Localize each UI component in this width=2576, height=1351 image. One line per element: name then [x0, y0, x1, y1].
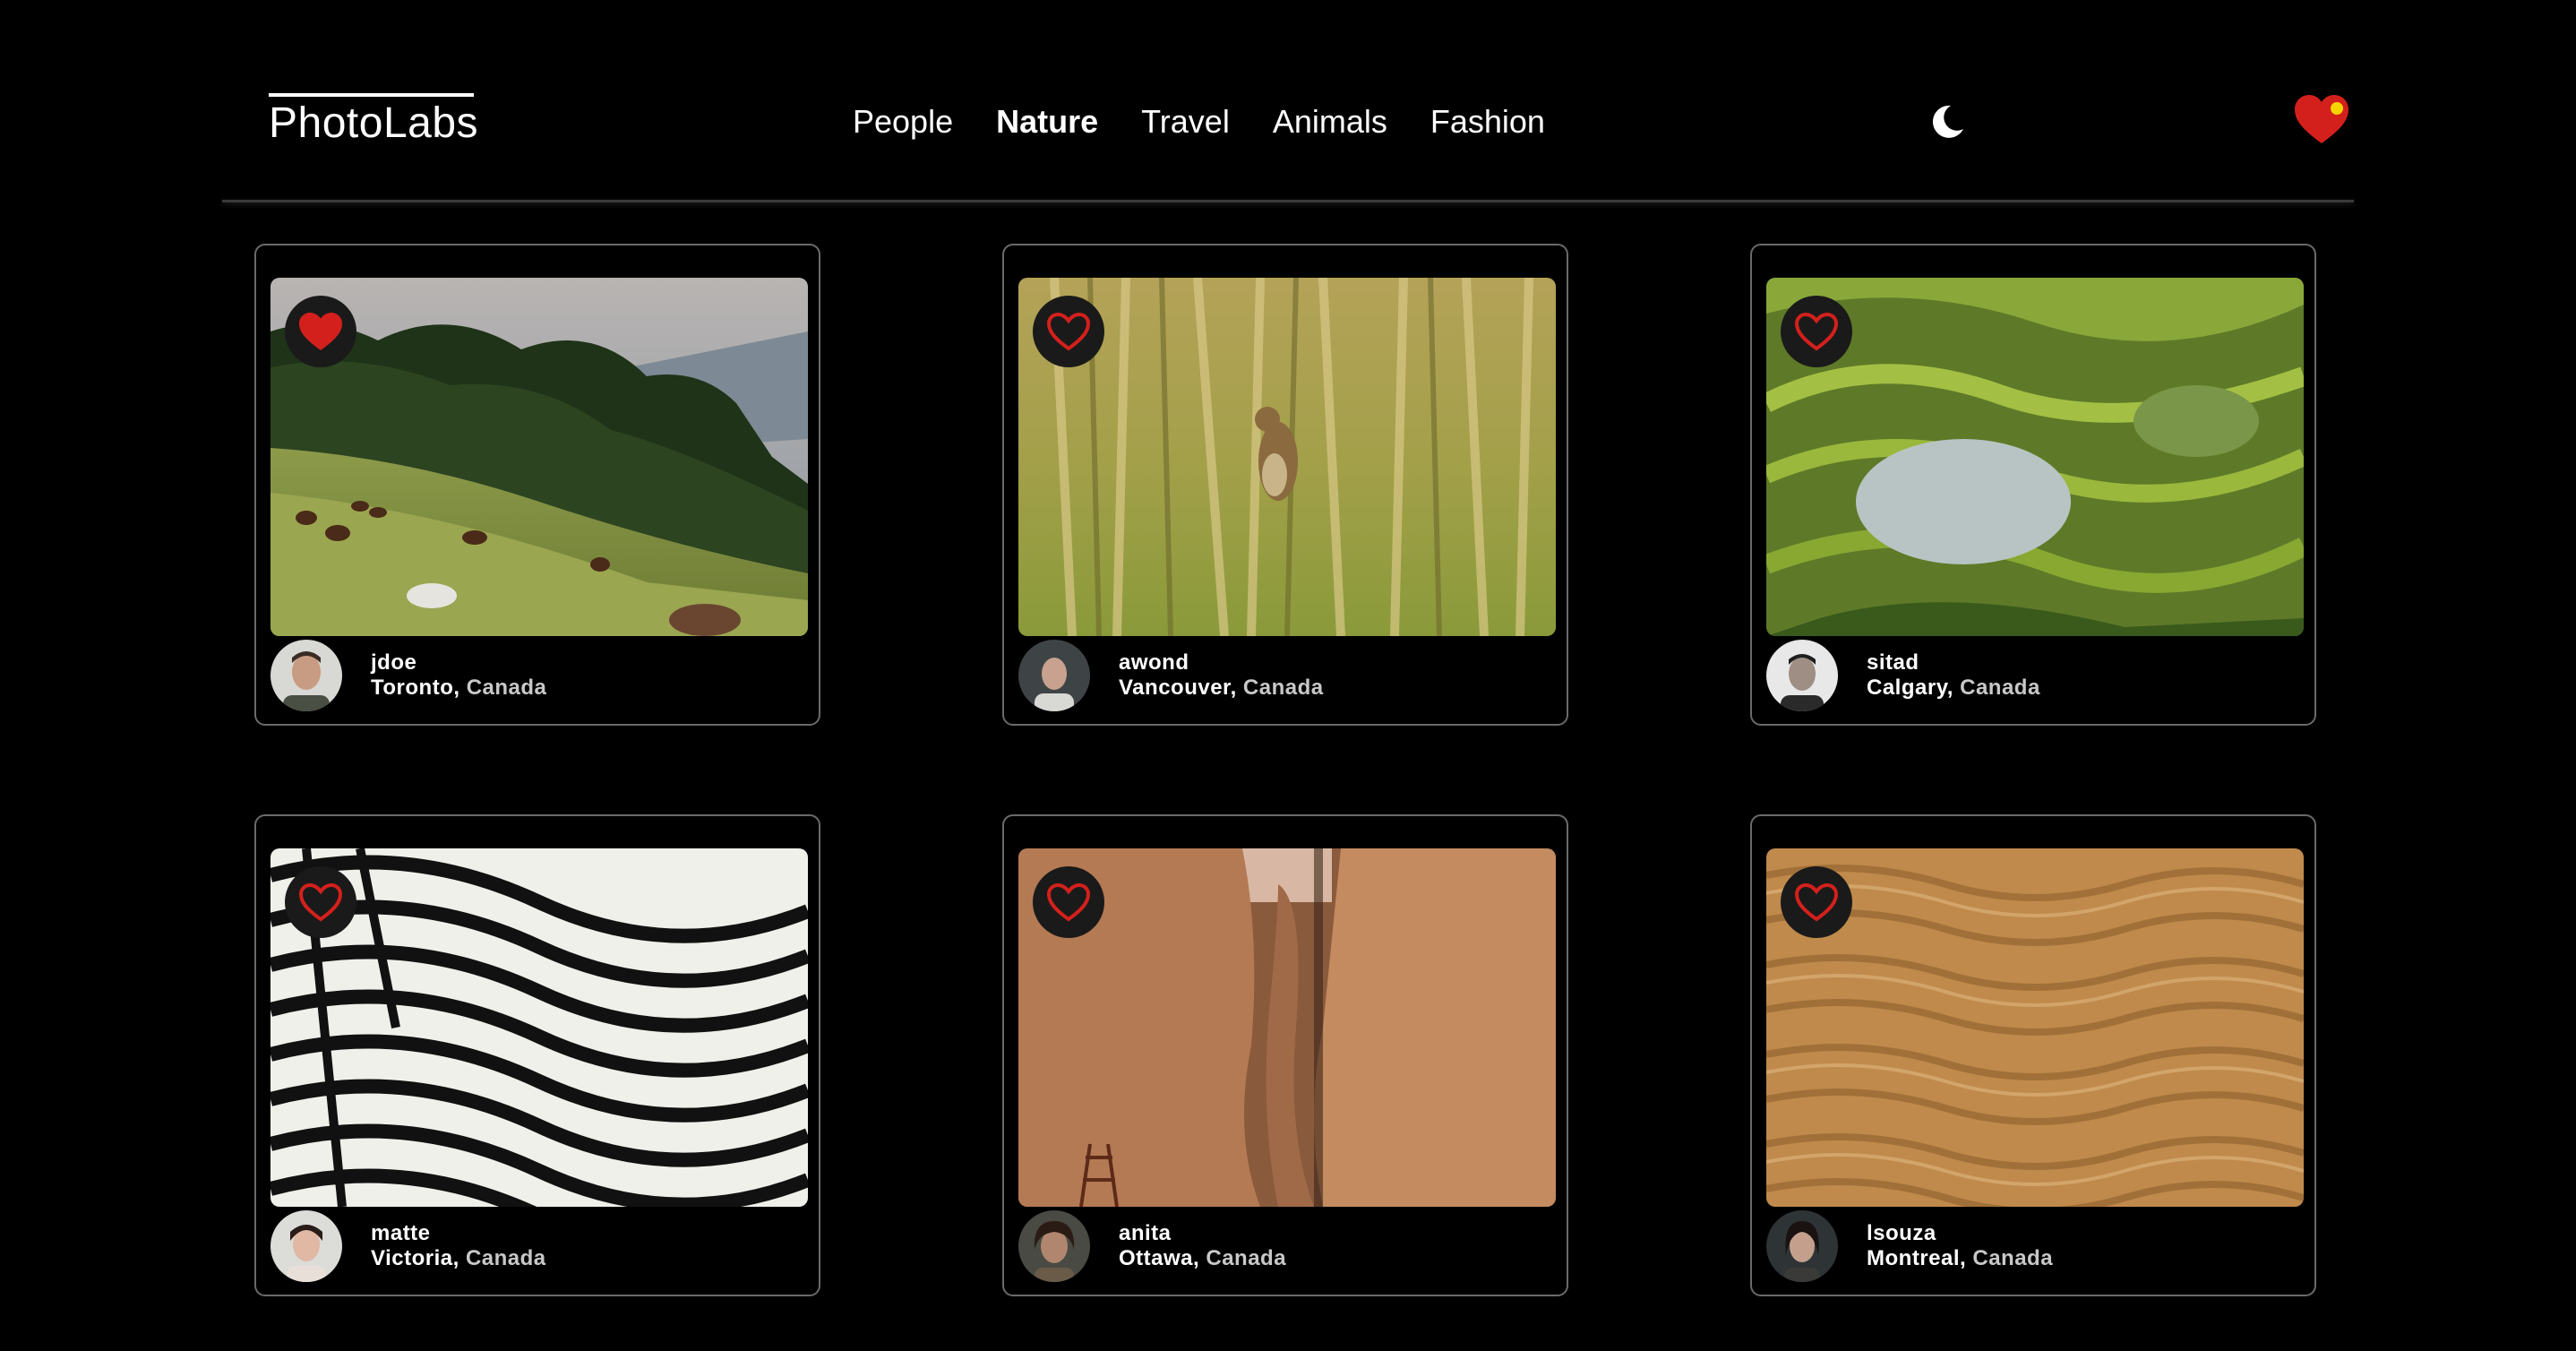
location-country: Canada: [465, 1246, 546, 1270]
avatar: [1766, 1210, 1838, 1282]
topic-nav: People Nature Travel Animals Fashion: [853, 99, 1545, 145]
heart-icon: [2295, 95, 2348, 143]
nav-topic-fashion[interactable]: Fashion: [1430, 99, 1545, 145]
photographer-location: Victoria, Canada: [371, 1246, 546, 1270]
location-country: Canada: [1242, 676, 1324, 700]
avatar: [1018, 1210, 1090, 1282]
location-city: Victoria: [371, 1246, 453, 1270]
heart-outline-icon: [1046, 312, 1091, 351]
heart-outline-icon: [298, 882, 343, 922]
photographer-username: lsouza: [1867, 1221, 1936, 1245]
photographer-username: anita: [1119, 1221, 1172, 1245]
heart-filled-icon: [299, 313, 342, 350]
avatar: [270, 640, 342, 711]
nav-topic-travel[interactable]: Travel: [1141, 99, 1230, 145]
location-country: Canada: [1206, 1246, 1287, 1270]
photographer-location: Ottawa, Canada: [1119, 1246, 1287, 1270]
avatar: [1018, 640, 1090, 711]
photo-card[interactable]: jdoe Toronto, Canada: [254, 244, 820, 726]
nav-topic-nature[interactable]: Nature: [996, 99, 1098, 145]
photographer-username: sitad: [1867, 650, 1919, 675]
like-button[interactable]: [1033, 296, 1104, 367]
avatar: [1766, 640, 1838, 711]
moon-icon: [1932, 105, 1963, 138]
location-city: Calgary: [1867, 676, 1947, 700]
photo-card[interactable]: lsouza Montreal, Canada: [1750, 814, 2316, 1296]
photographer-info: jdoe Toronto, Canada: [371, 650, 546, 701]
favorites-button[interactable]: [2293, 93, 2350, 147]
photographer-username: matte: [371, 1221, 431, 1245]
photographer-username: awond: [1119, 650, 1189, 675]
location-city: Toronto: [371, 676, 454, 700]
photo-card[interactable]: sitad Calgary, Canada: [1750, 244, 2316, 726]
like-button[interactable]: [1781, 296, 1852, 367]
photo-card[interactable]: awond Vancouver, Canada: [1002, 244, 1568, 726]
nav-topic-animals[interactable]: Animals: [1273, 99, 1387, 145]
topbar-divider: [222, 200, 2354, 202]
like-button[interactable]: [285, 296, 356, 367]
app-logo[interactable]: PhotoLabs: [269, 93, 478, 151]
photographer-location: Montreal, Canada: [1867, 1246, 2054, 1270]
photographer-info: sitad Calgary, Canada: [1867, 650, 2040, 701]
like-button[interactable]: [285, 866, 356, 938]
photographer-info: matte Victoria, Canada: [371, 1221, 546, 1271]
photographer-info: lsouza Montreal, Canada: [1867, 1221, 2053, 1271]
location-city: Montreal: [1867, 1246, 1961, 1270]
dark-mode-toggle[interactable]: [1928, 102, 1967, 142]
location-country: Canada: [1972, 1246, 2054, 1270]
photographer-username: jdoe: [371, 650, 417, 675]
location-country: Canada: [466, 676, 547, 700]
photographer-info: anita Ottawa, Canada: [1119, 1221, 1286, 1271]
photographer-location: Calgary, Canada: [1867, 676, 2040, 700]
photographer-info: awond Vancouver, Canada: [1119, 650, 1324, 701]
nav-topic-people[interactable]: People: [853, 99, 953, 145]
heart-outline-icon: [1794, 312, 1839, 351]
heart-outline-icon: [1794, 882, 1839, 922]
heart-outline-icon: [1046, 882, 1091, 922]
photo-card[interactable]: anita Ottawa, Canada: [1002, 814, 1568, 1296]
location-city: Ottawa: [1119, 1246, 1194, 1270]
like-button[interactable]: [1033, 866, 1104, 938]
location-city: Vancouver: [1119, 676, 1231, 700]
avatar: [270, 1210, 342, 1282]
like-button[interactable]: [1781, 866, 1852, 938]
photographer-location: Vancouver, Canada: [1119, 676, 1324, 700]
photographer-location: Toronto, Canada: [371, 676, 547, 700]
favorites-notification-dot: [2331, 102, 2343, 115]
photo-card[interactable]: matte Victoria, Canada: [254, 814, 820, 1296]
location-country: Canada: [1960, 676, 2040, 700]
